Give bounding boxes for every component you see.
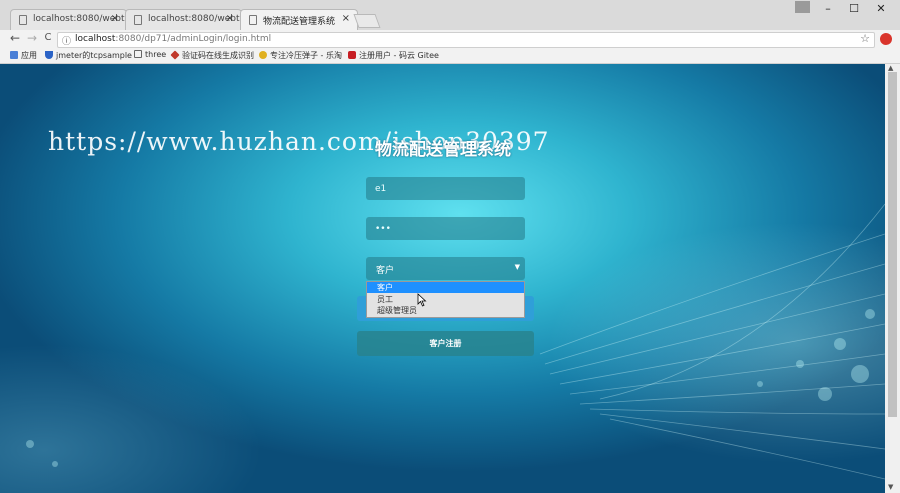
bookmarks-bar: 应用 jmeter的tcpsample three 验证码在线生成识别 专注冷压… (0, 49, 900, 64)
forward-icon[interactable]: → (25, 31, 39, 45)
browser-toolbar: ← → C ⓘ localhost:8080/dp71/adminLogin/l… (0, 30, 900, 49)
bookmark-captcha[interactable]: 验证码在线生成识别 (170, 50, 254, 61)
close-window-icon[interactable]: ✕ (874, 2, 888, 15)
tab-strip: localhost:8080/webtoo × localhost:8080/w… (0, 0, 900, 30)
bookmark-label: 注册用户 - 码云 Gitee (359, 51, 439, 60)
tab-label: 物流配送管理系统 (263, 17, 336, 27)
info-icon[interactable]: ⓘ (62, 34, 71, 47)
page-icon (134, 50, 142, 58)
maximize-icon[interactable]: ☐ (847, 2, 861, 15)
browser-tab-2[interactable]: localhost:8080/webtoo × (125, 9, 242, 30)
bookmark-label: 应用 (21, 51, 37, 60)
bookmark-star-icon[interactable]: ☆ (860, 32, 870, 45)
bookmark-label: jmeter的tcpsample (56, 51, 132, 60)
minimize-icon[interactable]: – (821, 2, 835, 15)
page-icon (134, 15, 142, 25)
scrollbar-thumb[interactable] (888, 72, 897, 417)
apps-icon (10, 51, 18, 59)
reload-icon[interactable]: C (41, 32, 55, 43)
bookmark-gitee[interactable]: 注册用户 - 码云 Gitee (348, 50, 439, 61)
role-select-value: 客户 (376, 266, 395, 276)
bookmark-label: three (145, 50, 167, 59)
shield-icon (45, 51, 53, 59)
profile-icon[interactable] (795, 1, 810, 13)
url-path: :8080/dp71/adminLogin/login.html (115, 34, 272, 44)
register-button[interactable]: 客户注册 (357, 331, 534, 356)
browser-tab-active[interactable]: 物流配送管理系统 × (240, 9, 358, 30)
close-tab-icon[interactable]: × (342, 13, 350, 24)
extension-icon[interactable] (880, 33, 892, 45)
close-tab-icon[interactable]: × (226, 13, 234, 24)
role-dropdown-list: 客户 员工 超级管理员 (366, 281, 525, 318)
page-icon (249, 15, 257, 25)
page-icon (19, 15, 27, 25)
page-title: 物流配送管理系统 (375, 140, 511, 160)
back-icon[interactable]: ← (8, 31, 22, 45)
bookmark-label: 专注冷压弹子 - 乐淘 (270, 51, 342, 60)
close-tab-icon[interactable]: × (111, 13, 119, 24)
bookmark-apps[interactable]: 应用 (10, 50, 37, 61)
url-host: localhost (75, 34, 116, 44)
gem-icon (170, 50, 180, 60)
chevron-down-icon: ▼ (514, 263, 520, 271)
scroll-down-icon[interactable]: ▼ (888, 483, 893, 491)
scroll-up-icon[interactable]: ▲ (888, 64, 893, 72)
password-input[interactable] (366, 217, 525, 240)
bookmark-jmeter[interactable]: jmeter的tcpsample (45, 50, 132, 61)
bookmark-three[interactable]: three (134, 50, 166, 59)
gitee-icon (348, 51, 356, 59)
bookmark-label: 验证码在线生成识别 (182, 51, 254, 60)
address-bar[interactable]: ⓘ localhost:8080/dp71/adminLogin/login.h… (57, 32, 875, 48)
new-tab-button[interactable] (353, 14, 381, 28)
role-option-customer[interactable]: 客户 (367, 282, 524, 293)
role-select[interactable]: 客户 ▼ (366, 257, 525, 280)
bookmark-letao[interactable]: 专注冷压弹子 - 乐淘 (259, 50, 342, 61)
username-input[interactable] (366, 177, 525, 200)
url-text: localhost:8080/dp71/adminLogin/login.htm… (75, 34, 271, 44)
mouse-cursor-icon (417, 293, 427, 307)
hand-icon (259, 51, 267, 59)
role-option-employee[interactable]: 员工 (367, 294, 524, 305)
page-scrollbar[interactable]: ▲ ▼ (885, 64, 900, 493)
browser-tab-1[interactable]: localhost:8080/webtoo × (10, 9, 127, 30)
role-option-super-admin[interactable]: 超级管理员 (367, 305, 524, 316)
